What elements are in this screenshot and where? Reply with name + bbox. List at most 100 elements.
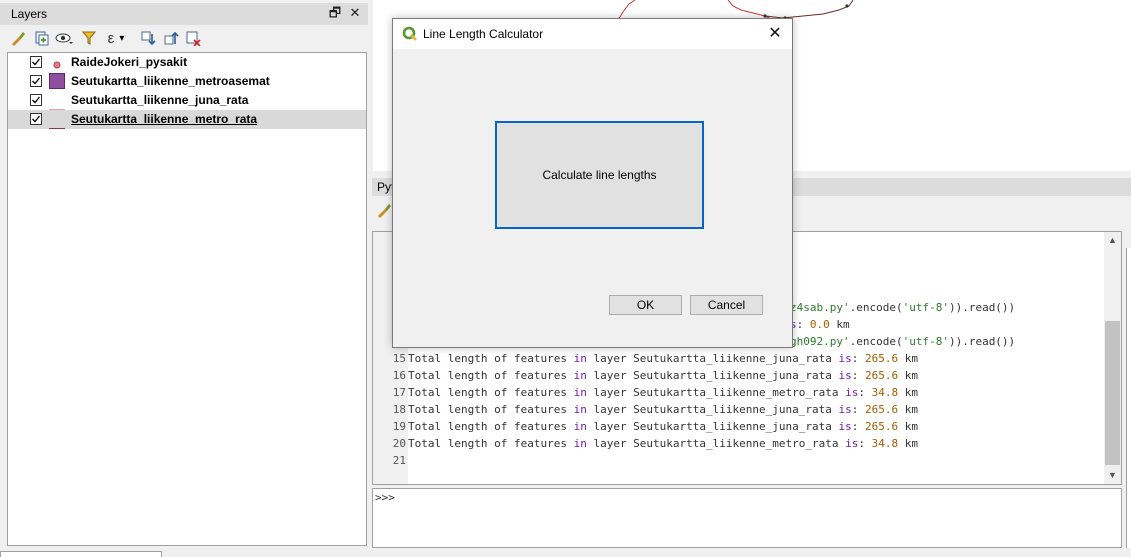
line-number: 19 xyxy=(392,420,406,433)
code-token: : xyxy=(851,369,865,382)
calculate-line-lengths-button[interactable]: Calculate line lengths xyxy=(495,121,704,229)
layer-item-raidejokeri-pysakit[interactable]: RaideJokeri_pysakit xyxy=(8,53,366,72)
code-token: is xyxy=(838,420,852,433)
code-token: in xyxy=(573,369,587,382)
code-text: z4sab.py'.encode('utf-8')).read()) xyxy=(790,301,1015,314)
code-line: gh092.py'.encode('utf-8')).read()) xyxy=(790,333,1015,350)
code-line: s: 0.0 km xyxy=(790,316,850,333)
clear-console-icon[interactable] xyxy=(376,202,392,218)
point-symbol-icon xyxy=(53,58,61,72)
code-text: Total length of features in layer Seutuk… xyxy=(406,403,918,416)
ok-button[interactable]: OK xyxy=(609,295,682,315)
code-token: layer Seutukartta_liikenne_metro_rata xyxy=(586,437,846,450)
code-token: is xyxy=(845,437,859,450)
code-token: .encode( xyxy=(849,301,903,314)
code-token: layer Seutukartta_liikenne_metro_rata xyxy=(586,386,846,399)
close-icon[interactable]: ✕ xyxy=(765,24,785,44)
code-token: layer Seutukartta_liikenne_juna_rata xyxy=(586,352,839,365)
code-token: .encode( xyxy=(849,335,903,348)
collapse-all-icon[interactable] xyxy=(161,28,181,48)
code-token: is xyxy=(838,352,852,365)
code-token: 'utf-8' xyxy=(902,301,949,314)
layer-label: Seutukartta_liikenne_metro_rata xyxy=(71,112,258,126)
python-console-input[interactable] xyxy=(372,488,1122,548)
code-token: is xyxy=(845,386,859,399)
code-token: : xyxy=(796,318,810,331)
code-line: z4sab.py'.encode('utf-8')).read()) xyxy=(790,299,1015,316)
code-text: Total length of features in layer Seutuk… xyxy=(406,420,918,433)
code-token: Total length of features xyxy=(408,352,574,365)
layer-visibility-checkbox[interactable] xyxy=(30,56,42,68)
code-token: 34.8 xyxy=(871,386,899,399)
code-token: : xyxy=(851,420,865,433)
code-token: 0.0 xyxy=(809,318,830,331)
code-token: Total length of features xyxy=(408,369,574,382)
code-token: 265.6 xyxy=(865,369,899,382)
code-token: km xyxy=(829,318,850,331)
code-token: in xyxy=(573,437,587,450)
panel-tab[interactable] xyxy=(0,551,162,557)
layer-item-seutukartta-liikenne-metroasemat[interactable]: Seutukartta_liikenne_metroasemat xyxy=(8,72,366,91)
float-panel-icon[interactable]: 🗗 xyxy=(327,4,343,22)
scroll-down-icon[interactable]: ▼ xyxy=(1104,467,1121,484)
expression-symbol: ε xyxy=(107,29,115,47)
code-line: 20 Total length of features in layer Seut… xyxy=(373,435,918,452)
line-number: 20 xyxy=(392,437,406,450)
code-token: km xyxy=(898,437,918,450)
layer-visibility-checkbox[interactable] xyxy=(30,113,42,125)
code-token: in xyxy=(573,403,587,416)
code-token: Total length of features xyxy=(408,420,574,433)
code-line: 17 Total length of features in layer Seut… xyxy=(373,384,918,401)
code-token: 34.8 xyxy=(871,437,899,450)
style-brush-icon[interactable] xyxy=(8,28,28,48)
code-token: : xyxy=(851,352,865,365)
layer-label: RaideJokeri_pysakit xyxy=(71,55,188,69)
code-token: z4sab.py' xyxy=(790,301,850,314)
right-panel-edge xyxy=(1126,248,1131,548)
polygon-symbol-icon xyxy=(49,73,65,92)
code-token: km xyxy=(898,369,918,382)
layer-label: Seutukartta_liikenne_juna_rata xyxy=(71,93,249,107)
scroll-up-icon[interactable]: ▲ xyxy=(1104,232,1121,249)
code-token: Total length of features xyxy=(408,403,574,416)
code-text: Total length of features in layer Seutuk… xyxy=(406,437,918,450)
code-token: 265.6 xyxy=(865,352,899,365)
code-token: Total length of features xyxy=(408,386,574,399)
filter-icon[interactable] xyxy=(79,28,99,48)
code-token: gh092.py' xyxy=(790,335,850,348)
line-number: 21 xyxy=(392,454,406,467)
code-token: : xyxy=(851,403,865,416)
remove-layer-icon[interactable] xyxy=(183,28,203,48)
expression-filter-icon[interactable]: ε ▾ xyxy=(101,28,131,48)
close-panel-icon[interactable]: ✕ xyxy=(347,4,363,22)
expand-all-icon[interactable] xyxy=(138,28,158,48)
code-token: Total length of features xyxy=(408,437,574,450)
code-token: in xyxy=(573,352,587,365)
code-token: km xyxy=(898,386,918,399)
layer-item-seutukartta-liikenne-metro-rata[interactable]: Seutukartta_liikenne_metro_rata xyxy=(8,110,366,129)
code-token: layer Seutukartta_liikenne_juna_rata xyxy=(586,403,839,416)
code-token: layer Seutukartta_liikenne_juna_rata xyxy=(586,420,839,433)
code-text: gh092.py'.encode('utf-8')).read()) xyxy=(790,335,1015,348)
code-token: in xyxy=(573,386,587,399)
line-number: 15 xyxy=(392,352,406,365)
code-text: Total length of features in layer Seutuk… xyxy=(406,352,918,365)
cancel-button[interactable]: Cancel xyxy=(690,295,763,315)
code-token: 265.6 xyxy=(865,420,899,433)
code-token: is xyxy=(838,403,852,416)
add-group-icon[interactable] xyxy=(31,28,51,48)
code-token: )).read()) xyxy=(948,301,1016,314)
layer-item-seutukartta-liikenne-juna-rata[interactable]: Seutukartta_liikenne_juna_rata xyxy=(8,91,366,110)
code-line: 19 Total length of features in layer Seut… xyxy=(373,418,918,435)
code-token: km xyxy=(898,352,918,365)
scrollbar-thumb[interactable] xyxy=(1105,321,1120,465)
line-number: 17 xyxy=(392,386,406,399)
visibility-eye-icon[interactable] xyxy=(54,28,74,48)
code-line: 21 xyxy=(373,452,408,469)
layer-visibility-checkbox[interactable] xyxy=(30,94,42,106)
code-line: 18 Total length of features in layer Seut… xyxy=(373,401,918,418)
layer-visibility-checkbox[interactable] xyxy=(30,75,42,87)
code-token: km xyxy=(898,420,918,433)
chevron-down-icon[interactable]: ▾ xyxy=(119,33,124,44)
